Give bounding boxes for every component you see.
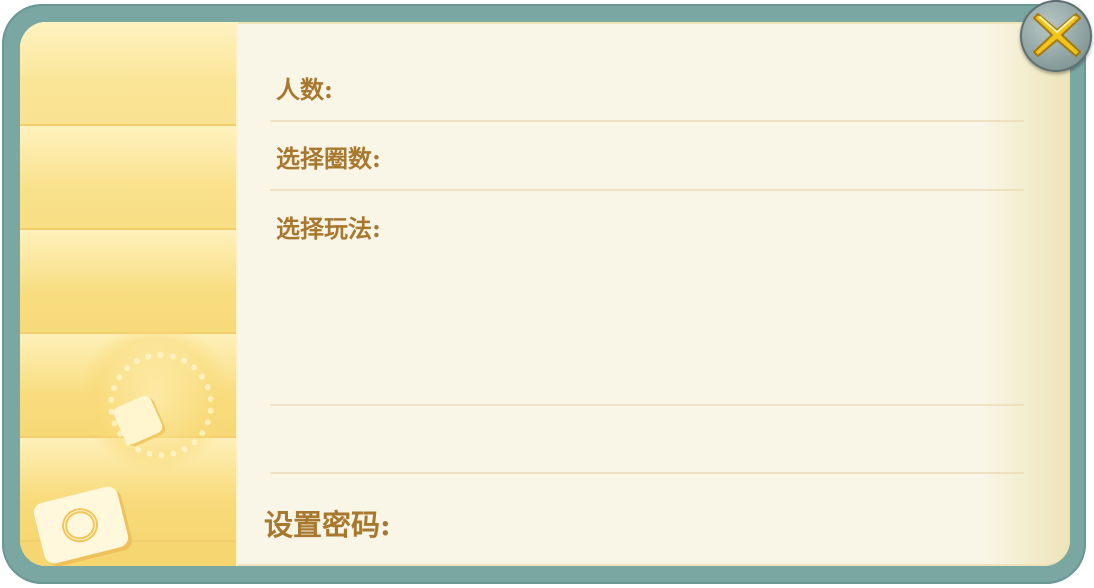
row-divider <box>270 120 1024 122</box>
sidebar-stripe <box>20 126 236 230</box>
row-divider <box>270 189 1024 191</box>
game-mode-label: 选择玩法: <box>276 214 381 243</box>
players-label: 人数: <box>276 75 333 104</box>
close-x-icon <box>1033 13 1081 57</box>
password-label: 设置密码: <box>264 508 391 542</box>
close-button[interactable] <box>1020 0 1092 72</box>
create-room-dialog: 人数: 选择圈数: 选择玩法: 设置密码: <box>0 0 1094 588</box>
sidebar-stripe <box>20 230 236 334</box>
sidebar-stripe <box>20 22 236 126</box>
dialog-panel: 人数: 选择圈数: 选择玩法: 设置密码: <box>20 22 1070 566</box>
row-divider <box>270 472 1024 474</box>
flower-icon <box>58 504 102 547</box>
row-divider <box>270 404 1024 406</box>
decorative-sidebar <box>20 22 238 566</box>
rounds-label: 选择圈数: <box>276 144 381 173</box>
